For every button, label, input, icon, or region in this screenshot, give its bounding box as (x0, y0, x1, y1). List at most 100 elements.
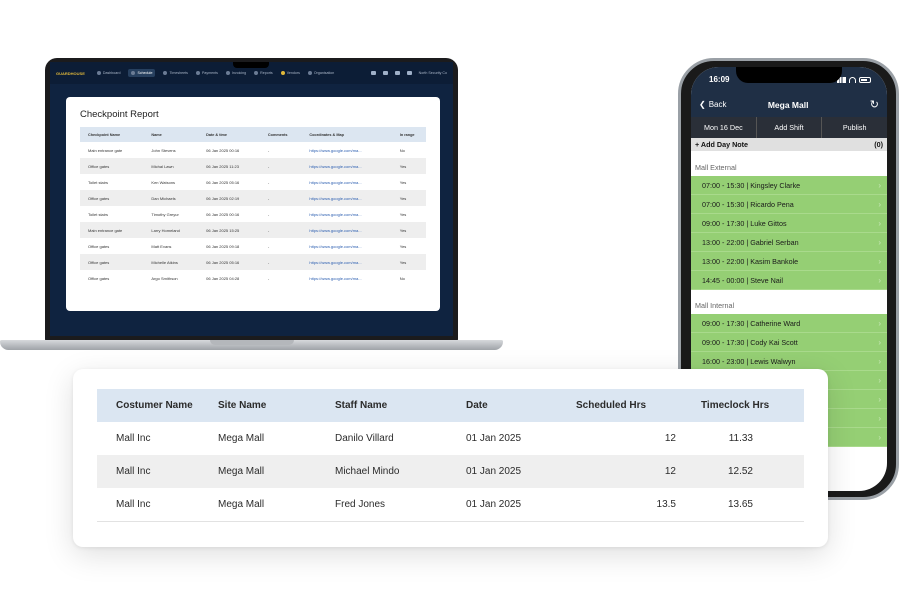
cell-checkpoint: Toilet stairs (88, 211, 109, 217)
organisation-icon (307, 71, 312, 75)
column-header[interactable]: Name (143, 127, 199, 142)
map-link[interactable]: https://www.google.com/ma... (301, 158, 392, 174)
shift-row[interactable]: 09:00 - 17:30 | Cody Kai Scott › (691, 333, 887, 352)
cell-datetime: 06 Jan 2025 00:16 (206, 211, 240, 217)
map-link[interactable]: https://www.google.com/ma... (301, 174, 391, 190)
cell-checkpoint: Office gates (88, 275, 110, 281)
nav-item-timesheets[interactable]: Timesheets (163, 71, 188, 75)
map-link[interactable]: https://www.google.com/ma... (301, 206, 391, 222)
map-link[interactable]: https://www.google.com/ma... (301, 270, 391, 286)
cell-datetime: 06 Jan 2025 05:16 (206, 179, 240, 185)
map-link[interactable]: https://www.google.com/ma... (301, 142, 391, 158)
nav-item-organisation[interactable]: Organisation (307, 71, 334, 75)
column-header[interactable]: Checkpoint Name (80, 127, 144, 142)
graduation-icon[interactable] (382, 71, 388, 75)
cell-scheduled-hrs: 12 (664, 433, 676, 444)
shift-row[interactable]: 13:00 - 22:00 | Gabriel Serban › (691, 233, 887, 252)
column-header[interactable]: Site Name (218, 389, 335, 422)
publish-button[interactable]: Publish (822, 117, 887, 138)
map-link[interactable]: https://www.google.com/ma... (301, 238, 391, 254)
cell-staff: Danilo Villard (335, 433, 394, 444)
cell-comments: - (267, 147, 270, 153)
cell-comments: - (267, 275, 270, 281)
table-row[interactable]: Office gates Matt Evans 06 Jan 2025 09:1… (80, 238, 426, 254)
account-menu[interactable]: North Security Co (419, 71, 447, 75)
shift-row[interactable]: 09:00 - 17:30 | Luke Gittos › (691, 214, 887, 233)
status-icons (837, 76, 871, 83)
chevron-right-icon: › (878, 394, 881, 404)
site-title: Mega Mall (767, 99, 809, 110)
cell-name: Michelle Atkins (143, 254, 199, 270)
table-row[interactable]: Office gates Dan Michaels 06 Jan 2025 02… (80, 190, 426, 206)
shift-row[interactable]: 07:00 - 15:30 | Kingsley Clarke › (691, 176, 887, 195)
calendar-icon (131, 71, 136, 75)
table-row[interactable]: Office gates Michal Lawn 06 Jan 2025 11:… (80, 158, 426, 174)
chevron-right-icon: › (878, 375, 881, 385)
cell-name: Michal Lawn (143, 158, 199, 174)
table-row[interactable]: Mall Inc Mega Mall Michael Mindo 01 Jan … (97, 455, 804, 488)
map-link[interactable]: https://www.google.com/ma... (301, 190, 392, 206)
nav-item-vendors[interactable]: Vendors (280, 71, 300, 75)
column-header[interactable]: Scheduled Hrs (554, 389, 676, 422)
chevron-right-icon: › (878, 432, 881, 442)
cell-customer: Mall Inc (97, 455, 218, 488)
cell-comments: - (259, 222, 302, 238)
cell-date: 01 Jan 2025 (466, 498, 522, 510)
column-header[interactable]: Costumer Name (97, 389, 218, 422)
cell-staff: Fred Jones (335, 498, 386, 510)
shift-row[interactable]: 14:45 - 00:00 | Steve Nail › (691, 271, 887, 290)
wifi-icon (849, 76, 856, 83)
add-shift-button[interactable]: Add Shift (757, 117, 823, 138)
column-header[interactable]: Comments (259, 127, 302, 142)
table-row[interactable]: Office gates Argo Smithson 06 Jan 2025 0… (80, 270, 426, 286)
date-tab[interactable]: Mon 16 Dec (691, 117, 757, 138)
chevron-right-icon: › (878, 218, 881, 228)
table-row[interactable]: Mall Inc Mega Mall Fred Jones 01 Jan 202… (97, 488, 804, 521)
cell-in-range: Yes (399, 179, 407, 185)
column-header[interactable]: In range (391, 127, 426, 142)
table-row[interactable]: Toilet stairs Timothy Greyur 06 Jan 2025… (80, 206, 426, 222)
nav-item-dashboard[interactable]: Dashboard (96, 71, 120, 75)
map-link[interactable]: https://www.google.com/ma... (301, 222, 392, 238)
column-header[interactable]: Date (466, 389, 554, 422)
nav-item-payments[interactable]: Payments (195, 71, 218, 75)
app-logo[interactable]: GUARDHOUSE (56, 71, 85, 76)
cell-checkpoint: Office gates (80, 190, 144, 206)
table-row[interactable]: Toilet stairs Ken Watsons 06 Jan 2025 05… (80, 174, 426, 190)
megaphone-icon[interactable] (406, 71, 412, 75)
back-button[interactable]: ❮ Back (699, 100, 727, 109)
shift-row[interactable]: 07:00 - 15:30 | Ricardo Pena › (691, 195, 887, 214)
cell-staff: Michael Mindo (335, 455, 466, 488)
column-header[interactable]: Timeclock Hrs (676, 389, 804, 422)
cell-in-range: No (399, 275, 405, 281)
table-row[interactable]: Office gates Michelle Atkins 06 Jan 2025… (80, 254, 426, 270)
shift-row[interactable]: 13:00 - 22:00 | Kasim Bankole › (691, 252, 887, 271)
cell-comments: - (259, 190, 302, 206)
shift-row[interactable]: 09:00 - 17:30 | Catherine Ward › (691, 314, 887, 333)
add-day-note-button[interactable]: + Add Day Note (0) (691, 138, 887, 151)
nav-item-invoicing[interactable]: Invoicing (225, 71, 246, 75)
cell-in-range: Yes (391, 158, 426, 174)
chevron-right-icon: › (878, 256, 881, 266)
column-header[interactable]: Staff Name (335, 389, 466, 422)
map-link[interactable]: https://www.google.com/ma... (301, 254, 392, 270)
laptop-base-notch (210, 340, 294, 345)
cell-in-range: Yes (391, 254, 426, 270)
cell-in-range: Yes (391, 190, 426, 206)
table-row[interactable]: Mall Inc Mega Mall Danilo Villard 01 Jan… (97, 422, 804, 455)
cell-name: Argo Smithson (151, 275, 178, 281)
report-title: Checkpoint Report (80, 109, 159, 120)
table-row[interactable]: Main entrance gate John Stevens 06 Jan 2… (80, 142, 426, 158)
nav-item-schedule[interactable]: Schedule (128, 69, 156, 77)
table-row[interactable]: Main entrance gate Larry Homeland 06 Jan… (80, 222, 426, 238)
column-header[interactable]: Date & time (198, 127, 260, 142)
cell-checkpoint: Office gates (80, 254, 144, 270)
cell-scheduled-hrs: 12 (554, 455, 676, 488)
chevron-right-icon: › (878, 237, 881, 247)
column-header[interactable]: Coordinates & Map (301, 127, 392, 142)
nav-item-reports[interactable]: Reports (254, 71, 273, 75)
refresh-icon[interactable]: ↻ (870, 98, 879, 111)
mail-icon[interactable] (394, 71, 400, 75)
cell-date: 01 Jan 2025 (466, 433, 522, 444)
chat-icon[interactable] (370, 71, 376, 75)
